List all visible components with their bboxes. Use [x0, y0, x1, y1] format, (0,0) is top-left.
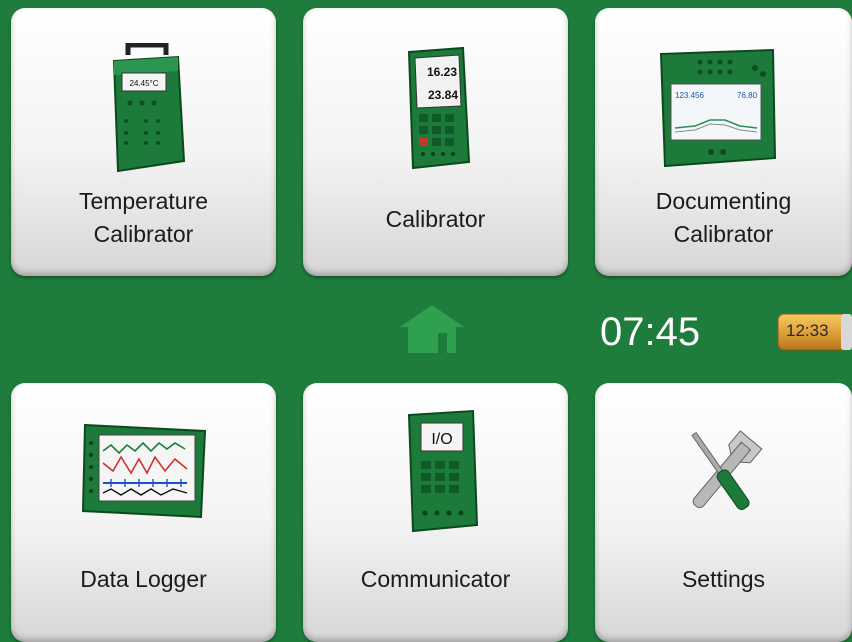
doc-value-2: 76.80 — [737, 91, 758, 100]
calib-bottom-reading: 23.84 — [428, 88, 458, 102]
battery-time-text: 12:33 — [786, 321, 829, 340]
calibrator-tile[interactable]: 16.23 23.84 Calibrator — [303, 8, 568, 276]
comm-display-text: I/O — [431, 431, 452, 448]
battery-indicator: 12:33 — [777, 312, 852, 352]
settings-tile[interactable]: Settings — [595, 383, 852, 642]
documenting-calibrator-icon: 123.456 76.80 — [659, 48, 777, 168]
data-logger-icon — [81, 423, 207, 519]
temperature-calibrator-icon: 24.45°C — [112, 43, 186, 173]
clock-text: 07:45 — [600, 310, 701, 354]
documenting-calibrator-tile[interactable]: 123.456 76.80 Documenting Calibrator — [595, 8, 852, 276]
settings-label: Settings — [681, 566, 766, 592]
communicator-icon: I/O — [407, 409, 479, 533]
documenting-calibrator-label: Documenting Calibrator — [655, 188, 792, 247]
data-logger-tile[interactable]: Data Logger — [11, 383, 276, 642]
data-logger-label: Data Logger — [80, 566, 207, 592]
doc-value-1: 123.456 — [675, 91, 704, 100]
settings-tools-icon — [691, 430, 763, 510]
temperature-calibrator-label: Temperature Calibrator — [78, 188, 209, 247]
communicator-label: Communicator — [360, 566, 511, 592]
home-icon[interactable] — [398, 303, 466, 355]
calibrator-icon: 16.23 23.84 — [407, 46, 471, 170]
temperature-calibrator-tile[interactable]: 24.45°C Temperature Calibrator — [11, 8, 276, 276]
communicator-tile[interactable]: I/O Communicator — [303, 383, 568, 642]
calibrator-label: Calibrator — [385, 206, 486, 232]
calib-top-reading: 16.23 — [427, 65, 457, 79]
temp-display-text: 24.45°C — [130, 79, 159, 88]
